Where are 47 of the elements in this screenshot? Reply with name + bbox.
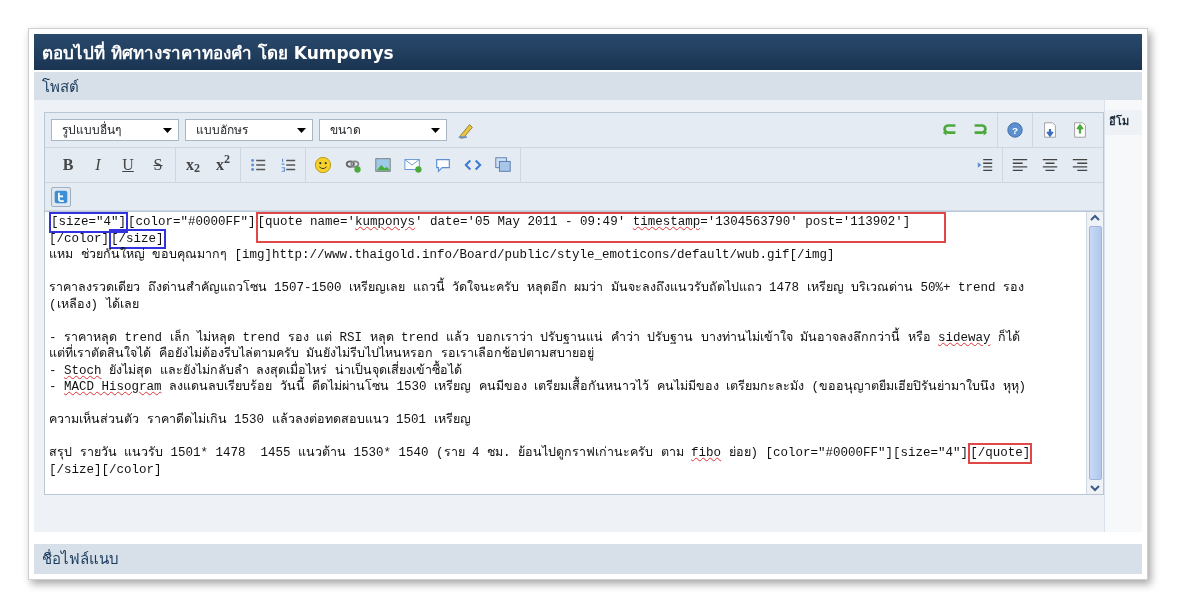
scroll-down-icon[interactable] — [1089, 482, 1101, 494]
speech-bubble-icon[interactable] — [434, 156, 452, 174]
bold-button[interactable]: B — [55, 152, 81, 178]
code-line: [/size][/color] — [49, 461, 163, 478]
code-text: [color="#0000FF"] — [128, 214, 256, 231]
subscript-button[interactable]: x$_{2}$ — [180, 152, 206, 178]
pencil-icon[interactable] — [457, 121, 475, 139]
dropdown[interactable]: แบบอักษร — [185, 119, 313, 141]
highlighted-code: [/quote] — [968, 443, 1033, 464]
code-line: (เหลือง) ได้เลย — [49, 296, 140, 313]
document-download-icon[interactable] — [1041, 121, 1059, 139]
code-line: แหม ช่วยกันใหญ่ ขอบคุณมากๆ [img]http://www.thaigold.info/Board/public/style_emoticons/default/wub.gif[/img] — [49, 247, 836, 264]
indent-icon[interactable] — [976, 156, 994, 174]
caret-icon — [163, 128, 172, 133]
media-windows-icon[interactable] — [494, 156, 512, 174]
highlighted-code: [size="4"] — [49, 212, 128, 233]
underline-button[interactable]: U — [115, 152, 141, 178]
numbered-list-icon[interactable] — [279, 156, 297, 174]
align-center-icon[interactable] — [1041, 156, 1059, 174]
smiley-icon[interactable] — [314, 156, 332, 174]
code-text: fibo — [691, 445, 722, 462]
caret-icon — [431, 128, 440, 133]
superscript-button[interactable]: x$^{2}$ — [210, 152, 236, 178]
picture-icon[interactable] — [374, 156, 392, 174]
strikethrough-button[interactable]: S — [145, 152, 171, 178]
bullet-list-icon[interactable] — [249, 156, 267, 174]
code-text: สรุป รายวัน แนวรับ 1501* 1478 1455 แนวต้าน 1530* 1540 (ราย 4 ชม. ย้อนไปดูกราฟเก่านะครับ ตาม — [49, 445, 685, 462]
code-text: [/color] — [49, 230, 109, 247]
italic-button[interactable]: I — [85, 152, 111, 178]
code-line: ความเห็นส่วนตัว ราคาดีดไม่เกิน 1530 แล้วลงต่อทดสอบแนว 1501 เหรียญ — [49, 412, 472, 429]
code-text: ย่อย) [color="#0000FF"][size="4"] — [727, 445, 969, 462]
align-right-icon[interactable] — [1071, 156, 1089, 174]
highlighted-code: [quote name='kumponys' date='05 May 2011 - 09:49' timestamp='1304563790' post='113902'] — [255, 212, 947, 243]
text-area[interactable] — [45, 211, 1103, 494]
envelope-icon[interactable] — [404, 156, 422, 174]
panel-title: อีโม — [1105, 110, 1142, 135]
window-title: ตอบไปที่ ทิศทางราคาทองคำ โดย Kumponys — [34, 34, 1142, 70]
section-title: โพสต์ — [34, 72, 1142, 100]
code-line: - ราคาหลุด trend เล็ก ไม่หลุด trend รอง แต่ RSI หลุด trend แล้ว บอกเราว่า ปรับฐานแน่ คำว่า ปรับฐาน บางท่านไม่เข้าใจ มันอาจลงลึกกว่านี้ หรือ sideway ก็ได้ — [49, 329, 1082, 346]
dropdown[interactable]: ขนาด — [319, 119, 447, 141]
scroll-thumb[interactable] — [1088, 226, 1102, 480]
bird-icon[interactable] — [54, 189, 68, 204]
dropdown[interactable]: รูปแบบอื่นๆ — [51, 119, 179, 141]
document-upload-icon[interactable] — [1071, 121, 1089, 139]
section-title: ชื่อไฟล์แนบ — [34, 544, 1142, 574]
caret-icon — [297, 128, 306, 133]
align-left-icon[interactable] — [1011, 156, 1029, 174]
